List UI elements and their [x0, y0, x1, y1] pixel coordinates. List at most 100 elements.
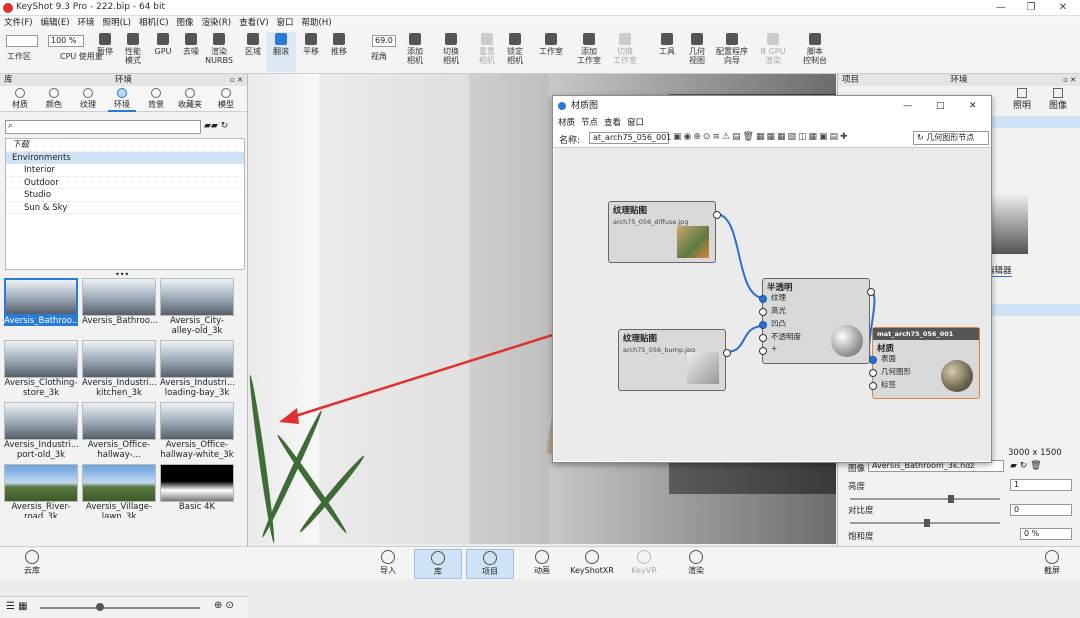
- list-view-icon[interactable]: ☰ ▦: [6, 601, 28, 612]
- toolbar-gpu-button[interactable]: GPU: [148, 32, 178, 72]
- tree-item-outdoor[interactable]: Outdoor: [6, 177, 244, 189]
- material-output-node[interactable]: mat_arch75_056_001 材质 表面 几何图形 标签: [869, 327, 980, 399]
- minimize-button[interactable]: —: [986, 0, 1016, 16]
- screenshot-button[interactable]: 截屏: [1028, 549, 1076, 579]
- toolbar-switch-camera-button[interactable]: 切换 相机: [436, 32, 466, 72]
- input-port-label[interactable]: [869, 382, 877, 390]
- environment-thumbnail[interactable]: Aversis_Industri... kitchen_3k: [82, 340, 157, 400]
- input-port-specular[interactable]: [759, 308, 767, 316]
- environment-thumbnail[interactable]: Aversis_Office- hallway-white_3k: [160, 402, 234, 462]
- folder-icon[interactable]: ▰ ↻ 🗑: [1010, 461, 1042, 471]
- close-button[interactable]: ✕: [969, 96, 977, 116]
- mg-menu-view[interactable]: 查看: [604, 118, 621, 128]
- slider-knob[interactable]: [924, 519, 930, 527]
- tree-item-sun-sky[interactable]: Sun & Sky: [6, 202, 244, 214]
- environment-thumbnail[interactable]: Aversis_Village- lawn_3k: [82, 464, 156, 518]
- tree-item-interior[interactable]: Interior: [6, 164, 244, 177]
- tree-item-download[interactable]: 下载: [6, 139, 244, 152]
- toolbar-pan-button[interactable]: 平移: [296, 32, 326, 72]
- library-button[interactable]: 库: [414, 549, 462, 579]
- toolbar-pause-button[interactable]: 暂停: [90, 32, 120, 72]
- tool-icons[interactable]: ▣◉⊕⊙≡⚠▤🗑▦▦▦▧◫▦▣▤✚: [673, 132, 850, 142]
- tree-item-environments[interactable]: Environments: [6, 151, 244, 164]
- toolbar-gpu-render-button[interactable]: Ⅲ GPU 渲染: [758, 32, 788, 72]
- input-port-geometry[interactable]: [869, 369, 877, 377]
- toolbar-window-button[interactable]: 工作区: [4, 52, 34, 70]
- cpu-usage-dropdown[interactable]: 100 %: [48, 35, 84, 47]
- render-button[interactable]: 渲染: [672, 549, 720, 579]
- node-graph-canvas[interactable]: 纹理贴图 arch75_056_diffuse.jpg 纹理贴图 arch75_…: [554, 148, 991, 461]
- input-port-surface[interactable]: [869, 356, 877, 364]
- contrast-input[interactable]: 0: [1010, 504, 1072, 516]
- menu-view[interactable]: 查看(V): [235, 16, 272, 30]
- environment-thumbnail[interactable]: Aversis_City- alley-old_3k: [160, 278, 234, 338]
- menu-help[interactable]: 帮助(H): [298, 16, 336, 30]
- environment-thumbnail[interactable]: Aversis_Clothing- store_3k: [4, 340, 78, 400]
- slider-knob[interactable]: [948, 495, 954, 503]
- panel-controls-icon[interactable]: ▫ ✕: [1063, 74, 1076, 86]
- mg-menu-window[interactable]: 窗口: [627, 118, 644, 128]
- tree-item-studio[interactable]: Studio: [6, 189, 244, 202]
- toolbar-switch-studio-button[interactable]: 切换 工作室: [610, 32, 640, 72]
- menu-environment[interactable]: 环境: [74, 16, 99, 30]
- menu-file[interactable]: 文件(F): [0, 16, 37, 30]
- close-button[interactable]: ✕: [1048, 0, 1078, 16]
- toolbar-geometry-view-button[interactable]: 几何 视图: [682, 32, 712, 72]
- menu-image[interactable]: 图像: [173, 16, 198, 30]
- material-name-input[interactable]: at_arch75_056_001: [589, 132, 671, 144]
- folder-icon[interactable]: ▰▰ ↻: [204, 121, 228, 131]
- import-button[interactable]: 导入: [364, 549, 412, 579]
- project-button[interactable]: 项目: [466, 549, 514, 579]
- input-port-opacity[interactable]: [759, 334, 767, 342]
- mg-menu-node[interactable]: 节点: [581, 118, 598, 128]
- tab-backplates[interactable]: 背景: [142, 88, 170, 110]
- menu-render[interactable]: 渲染(R): [198, 16, 236, 30]
- tab-textures[interactable]: 纹理: [74, 88, 102, 110]
- menu-edit[interactable]: 编辑(E): [37, 16, 74, 30]
- environment-thumbnail[interactable]: Aversis_Industri... loading-bay_3k: [160, 340, 235, 400]
- panel-controls-icon[interactable]: ▫ ✕: [230, 74, 243, 86]
- environment-thumbnail[interactable]: Basic 4K: [160, 464, 234, 518]
- thumbnail-size-slider[interactable]: [40, 607, 200, 609]
- project-tab-image[interactable]: 图像: [1044, 88, 1072, 111]
- environment-thumbnail[interactable]: Aversis_Office- hallway-...: [82, 402, 156, 462]
- saturation-input[interactable]: 0 %: [1020, 528, 1072, 540]
- tab-favorites[interactable]: 收藏夹: [176, 88, 204, 110]
- keyshotxr-button[interactable]: KeyShotXR: [568, 549, 616, 579]
- toolbar-cpu-button[interactable]: CPU 使用量: [60, 52, 103, 70]
- menu-camera[interactable]: 相机(C): [135, 16, 173, 30]
- toolbar-add-camera-button[interactable]: 添加 相机: [400, 32, 430, 72]
- toolbar-studio-button[interactable]: 工作室: [536, 32, 566, 72]
- workspace-dropdown[interactable]: [6, 35, 38, 47]
- tab-models[interactable]: 模型: [212, 88, 240, 110]
- texture-map-node-bump[interactable]: 纹理贴图 arch75_056_bump.jpg: [618, 329, 731, 391]
- tab-materials[interactable]: 材质: [6, 88, 34, 110]
- output-port[interactable]: [867, 288, 875, 296]
- toolbar-gauge-button[interactable]: 性能 模式: [118, 32, 148, 72]
- menu-lighting[interactable]: 照明(L): [99, 16, 135, 30]
- toolbar-tools-button[interactable]: 工具: [652, 32, 682, 72]
- environment-thumbnail[interactable]: Aversis_Bathroo...: [4, 278, 80, 338]
- input-port-bump[interactable]: [759, 321, 767, 329]
- toolbar-lock-camera-button[interactable]: 锁定 相机: [500, 32, 530, 72]
- upload-icon[interactable]: ⊕ ⊙: [214, 600, 234, 611]
- minimize-button[interactable]: —: [903, 96, 912, 116]
- toolbar-nurbs-button[interactable]: 渲染 NURBS: [204, 32, 234, 72]
- toolbar-script-button[interactable]: 脚本 控制台: [800, 32, 830, 72]
- library-search-input[interactable]: ⌕: [5, 120, 201, 134]
- tab-colors[interactable]: 颜色: [40, 88, 68, 110]
- toolbar-tumble-button[interactable]: 翻滚: [266, 32, 296, 72]
- toolbar-fov-button[interactable]: 视角: [364, 52, 394, 70]
- toolbar-region-button[interactable]: 区域: [238, 32, 268, 72]
- output-port[interactable]: [723, 349, 731, 357]
- restore-button[interactable]: ❐: [1016, 0, 1046, 16]
- keyvr-button[interactable]: KeyVR: [620, 549, 668, 579]
- environment-thumbnail[interactable]: Aversis_Industri... port-old_3k: [4, 402, 79, 462]
- input-port-add[interactable]: [759, 347, 767, 355]
- environment-thumbnail[interactable]: Aversis_Bathroo...: [82, 278, 158, 338]
- brightness-input[interactable]: 1: [1010, 479, 1072, 491]
- geometry-node-button[interactable]: ↻ 几何图形节点: [913, 131, 989, 145]
- project-tab-lighting[interactable]: 照明: [1008, 88, 1036, 111]
- mg-menu-material[interactable]: 材质: [558, 118, 575, 128]
- maximize-button[interactable]: □: [936, 96, 945, 116]
